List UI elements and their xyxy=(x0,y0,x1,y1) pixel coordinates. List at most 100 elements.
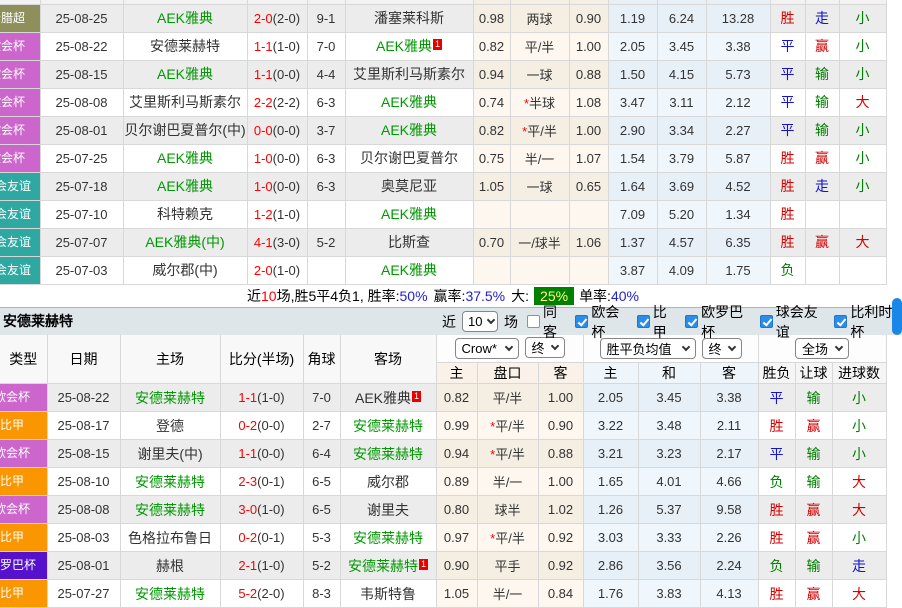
home-team-link[interactable]: 色格拉布鲁日 xyxy=(128,530,212,546)
away-team-link[interactable]: 艾里斯利马斯素尔 xyxy=(353,66,465,82)
summary-text: 近 xyxy=(247,286,261,306)
match-date: 25-08-17 xyxy=(47,412,120,440)
filter-checkbox[interactable] xyxy=(834,315,847,328)
league-badge: 比甲 xyxy=(0,524,47,552)
handicap-line xyxy=(510,256,569,284)
away-team-link[interactable]: AEK雅典 xyxy=(381,262,437,278)
result-goals: 大 xyxy=(832,496,886,524)
col-score: 比分(半场) xyxy=(220,335,303,384)
score-cell: 2-2(2-2) xyxy=(247,88,307,116)
chevron-down-icon xyxy=(727,343,735,351)
match-date: 25-08-08 xyxy=(47,496,120,524)
handicap-away-odds: 1.00 xyxy=(569,116,608,144)
result-handicap: 赢 xyxy=(795,496,832,524)
handicap-away-odds: 1.08 xyxy=(569,88,608,116)
scrollbar-thumb[interactable] xyxy=(892,298,902,335)
result-wdl: 胜 xyxy=(758,412,795,440)
home-team-cell: 谢里夫(中) xyxy=(120,440,220,468)
away-team-link[interactable]: 安德莱赫特 xyxy=(353,446,423,462)
result-handicap xyxy=(805,200,839,228)
euro-draw-odds: 4.09 xyxy=(657,256,706,284)
match-row: 欧会杯 25-08-22 安德莱赫特 1-1(1-0) 7-0 AEK雅典1 0… xyxy=(0,32,886,60)
euro-away-odds: 2.12 xyxy=(706,88,770,116)
home-team-cell: AEK雅典 xyxy=(123,144,247,172)
filter-checkbox[interactable] xyxy=(527,315,540,328)
col-euro-home: 主 xyxy=(583,363,638,384)
home-team-link[interactable]: 登德 xyxy=(156,418,184,434)
home-team-link[interactable]: AEK雅典(中) xyxy=(145,234,224,250)
home-team-link[interactable]: 安德莱赫特 xyxy=(135,474,205,490)
home-team-link[interactable]: 贝尔谢巴夏普尔(中) xyxy=(124,122,245,138)
corner-cell xyxy=(307,200,345,228)
away-team-cell: AEK雅典 xyxy=(345,88,473,116)
league-filters: 同客 欧会杯 比甲 欧罗巴杯 球会友谊 比利时杯 xyxy=(520,302,902,342)
away-team-link[interactable]: 韦斯特鲁 xyxy=(360,586,416,602)
away-team-link[interactable]: AEK雅典 xyxy=(355,390,411,406)
recent-count-select[interactable]: 10 xyxy=(462,311,498,332)
home-team-link[interactable]: 威尔郡(中) xyxy=(152,262,217,278)
filter-checkbox[interactable] xyxy=(637,315,650,328)
handicap-away-odds: 1.06 xyxy=(569,228,608,256)
result-wdl: 负 xyxy=(758,552,795,580)
euro-home-odds: 1.76 xyxy=(583,580,638,608)
result-handicap: 输 xyxy=(795,468,832,496)
handicap-home-odds: 0.70 xyxy=(473,228,510,256)
away-team-link[interactable]: 比斯查 xyxy=(388,234,430,250)
score-cell: 1-2(1-0) xyxy=(247,200,307,228)
away-team-link[interactable]: 安德莱赫特 xyxy=(353,530,423,546)
home-team-link[interactable]: 赫根 xyxy=(156,558,184,574)
corner-cell: 5-3 xyxy=(303,524,340,552)
anderlecht-section-header: 安德莱赫特 近 10 场 同客 欧会杯 比甲 欧罗巴杯 球会友谊 比利时杯 xyxy=(0,307,902,335)
home-team-link[interactable]: 谢里夫(中) xyxy=(137,446,202,462)
filters-bar: 近 10 场 同客 欧会杯 比甲 欧罗巴杯 球会友谊 比利时杯 xyxy=(440,308,902,336)
col-handicap-line: 盘口 xyxy=(477,363,538,384)
away-team-link[interactable]: 奥莫尼亚 xyxy=(381,178,437,194)
result-wdl: 胜 xyxy=(758,580,795,608)
filter-checkbox[interactable] xyxy=(575,315,588,328)
away-team-link[interactable]: 安德莱赫特 xyxy=(353,418,423,434)
home-team-link[interactable]: 安德莱赫特 xyxy=(135,586,205,602)
home-team-link[interactable]: 科特赖克 xyxy=(157,206,213,222)
match-row: 希腊超 25-08-25 AEK雅典 2-0(2-0) 9-1 潘塞莱科斯 0.… xyxy=(0,4,886,32)
filter-checkbox[interactable] xyxy=(760,315,773,328)
away-team-link[interactable]: AEK雅典 xyxy=(381,94,437,110)
euro-home-odds: 2.05 xyxy=(583,384,638,412)
away-team-link[interactable]: AEK雅典 xyxy=(381,206,437,222)
col-result-handicap: 让球 xyxy=(795,363,832,384)
result-handicap: 赢 xyxy=(795,524,832,552)
euro-home-odds: 2.90 xyxy=(608,116,657,144)
league-badge: 比甲 xyxy=(0,468,47,496)
handicap-away-odds: 0.88 xyxy=(569,60,608,88)
away-team-link[interactable]: AEK雅典 xyxy=(376,38,432,54)
home-team-link[interactable]: 安德莱赫特 xyxy=(135,390,205,406)
euro-home-odds: 3.21 xyxy=(583,440,638,468)
bookmaker-select[interactable]: Crow* xyxy=(455,338,519,359)
handicap-away-odds: 0.90 xyxy=(538,412,583,440)
home-team-link[interactable]: 安德莱赫特 xyxy=(135,502,205,518)
away-team-link[interactable]: 威尔郡 xyxy=(367,474,409,490)
league-badge: 欧会杯 xyxy=(0,32,40,60)
result-goals: 小 xyxy=(839,32,886,60)
home-team-link[interactable]: AEK雅典 xyxy=(157,178,213,194)
home-team-link[interactable]: AEK雅典 xyxy=(157,66,213,82)
home-team-link[interactable]: AEK雅典 xyxy=(157,10,213,26)
result-goals xyxy=(839,200,886,228)
euro-draw-odds: 3.69 xyxy=(657,172,706,200)
red-card-badge: 1 xyxy=(419,559,428,570)
home-team-link[interactable]: AEK雅典 xyxy=(157,150,213,166)
result-handicap: 赢 xyxy=(805,228,839,256)
result-wdl: 平 xyxy=(770,88,805,116)
away-team-link[interactable]: 谢里夫 xyxy=(367,502,409,518)
away-team-link[interactable]: 安德莱赫特 xyxy=(348,558,418,574)
filter-checkbox[interactable] xyxy=(685,315,698,328)
away-team-link[interactable]: 贝尔谢巴夏普尔 xyxy=(360,150,458,166)
home-team-link[interactable]: 艾里斯利马斯素尔 xyxy=(129,94,241,110)
corner-cell: 3-7 xyxy=(307,116,345,144)
corner-cell: 6-5 xyxy=(303,496,340,524)
home-team-link[interactable]: 安德莱赫特 xyxy=(150,38,220,54)
away-team-link[interactable]: 潘塞莱科斯 xyxy=(374,10,444,26)
away-team-link[interactable]: AEK雅典 xyxy=(381,122,437,138)
euro-draw-odds: 3.79 xyxy=(657,144,706,172)
result-wdl: 平 xyxy=(770,116,805,144)
chevron-down-icon xyxy=(835,343,843,351)
